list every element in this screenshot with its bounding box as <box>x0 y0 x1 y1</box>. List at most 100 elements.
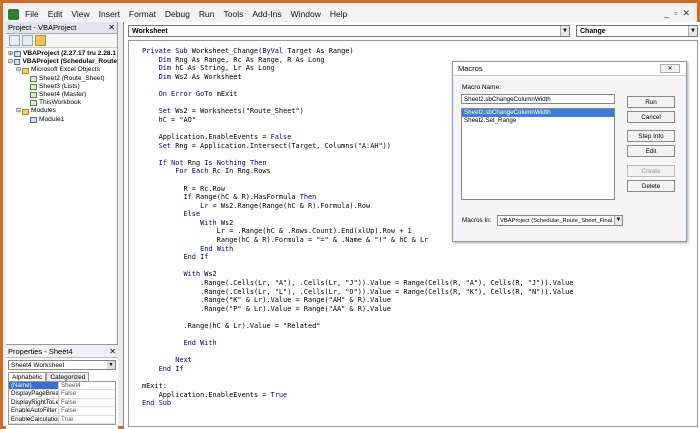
menu-view[interactable]: View <box>71 9 89 19</box>
macros-dialog: Macros ✕ Macro Name: Sheet2.sbChangeColu… <box>452 61 687 242</box>
tree-node-label: Modules <box>31 107 56 115</box>
property-row[interactable]: DisplayPageBreaksFalse <box>9 390 115 399</box>
minimize-icon[interactable]: _ <box>664 8 669 19</box>
close-icon[interactable]: ✕ <box>660 64 680 73</box>
code-line[interactable] <box>142 348 573 357</box>
close-icon[interactable]: ✕ <box>109 345 116 358</box>
macros-in-select[interactable]: VBAProject (Schedular_Route_Sheet_Final.… <box>497 215 623 226</box>
project-explorer-titlebar: Project - VBAProject ✕ <box>6 22 117 34</box>
menu-add-ins[interactable]: Add-Ins <box>252 9 281 19</box>
property-row[interactable]: EnableCalculation True <box>9 415 115 424</box>
procedure-select[interactable]: Change ▼ <box>576 25 698 37</box>
property-value[interactable]: False <box>59 390 76 397</box>
tree-node-label: Sheet3 (Lists) <box>39 82 80 90</box>
property-row[interactable]: DisplayRightToLeft False <box>9 398 115 408</box>
tree-node[interactable]: ⊟ VBAProject (Schedular_Route <box>8 58 117 66</box>
create-button[interactable]: Create <box>627 165 675 177</box>
module-icon <box>14 51 21 58</box>
tree-node[interactable]: Sheet2 (Route_Sheet) <box>8 75 117 83</box>
tree-node-label: ThisWorkbook <box>39 99 82 107</box>
chevron-down-icon[interactable]: ▼ <box>688 26 697 36</box>
run-button[interactable]: Run <box>627 96 675 108</box>
close-icon[interactable]: ✕ <box>682 8 690 19</box>
tree-node[interactable]: Sheet4 (Master) <box>8 91 117 99</box>
module-icon <box>30 116 37 123</box>
menu-run[interactable]: Run <box>199 9 215 19</box>
tab-alphabetic[interactable]: Alphabetic <box>8 372 47 381</box>
view-code-icon[interactable] <box>9 35 20 46</box>
restore-icon[interactable]: ▫ <box>674 8 677 19</box>
code-line[interactable]: .Range("K" & Lr).Value = Range("AH" & R)… <box>142 296 573 305</box>
cancel-button[interactable]: Cancel <box>627 111 675 123</box>
code-line[interactable]: .Range("P" & Lr).Value = Range("AA" & R)… <box>142 305 573 314</box>
code-line[interactable] <box>142 331 573 340</box>
code-line[interactable]: Private Sub Worksheet_Change(ByVal Targe… <box>142 47 573 56</box>
edit-button[interactable]: Edit <box>627 145 675 157</box>
tab-categorized[interactable]: Categorized <box>46 372 90 381</box>
macro-list-item[interactable]: Sheet2.Set_Range <box>462 117 614 125</box>
code-line[interactable]: End If <box>142 365 573 374</box>
code-line[interactable]: .Range(.Cells(Lr, "A"), .Cells(Lr, "J"))… <box>142 279 573 288</box>
menu-debug[interactable]: Debug <box>165 9 190 19</box>
window-controls: _ ▫ ✕ <box>664 8 690 19</box>
menu-window[interactable]: Window <box>291 9 321 19</box>
menu-file[interactable]: File <box>25 9 39 19</box>
project-explorer-title: Project - VBAProject <box>8 23 77 32</box>
tree-node[interactable]: Sheet3 (Lists) <box>8 83 117 91</box>
code-line[interactable]: End With <box>142 245 573 254</box>
project-toolbar <box>6 34 117 48</box>
tree-node[interactable]: ⊟ Modules <box>8 107 117 115</box>
macros-dialog-titlebar: Macros ✕ <box>453 62 686 76</box>
tree-node[interactable]: ⊟ Microsoft Excel Objects <box>8 66 117 74</box>
code-line[interactable]: With Ws2 <box>142 270 573 279</box>
property-value[interactable]: Sheet4 <box>59 382 81 389</box>
menu-tools[interactable]: Tools <box>223 9 243 19</box>
code-line[interactable] <box>142 313 573 322</box>
code-line[interactable]: End Sub <box>142 399 573 408</box>
view-object-icon[interactable] <box>22 35 33 46</box>
code-line[interactable]: Application.EnableEvents = True <box>142 391 573 400</box>
macro-name-label: Macro Name: <box>462 84 502 91</box>
properties-object-value: Sheet4 Worksheet <box>11 362 65 369</box>
menu-help[interactable]: Help <box>330 9 347 19</box>
property-name: EnableAutoFilter <box>9 407 59 415</box>
code-line[interactable]: .Range(hC & Lr).Value = "Related" <box>142 322 573 331</box>
code-line[interactable]: .Range(.Cells(Lr, "L"), .Cells(Lr, "O"))… <box>142 288 573 297</box>
code-line[interactable]: End If <box>142 253 573 262</box>
module-icon <box>13 59 21 66</box>
chevron-down-icon[interactable]: ▼ <box>107 361 115 369</box>
properties-title: Properties - Sheet4 <box>8 347 73 356</box>
macro-list-item[interactable]: Sheet2.sbChangeColumnWidth <box>462 109 614 117</box>
code-line[interactable]: End With <box>142 339 573 348</box>
macros-dialog-title: Macros <box>458 64 483 73</box>
menu-insert[interactable]: Insert <box>99 9 120 19</box>
code-line[interactable]: Next <box>142 356 573 365</box>
close-icon[interactable]: ✕ <box>108 22 115 34</box>
project-tree: ⊞ VBAProject (2.27.17 tru 2.28.1 ⊟ VBAProje… <box>6 48 117 124</box>
toggle-folders-icon[interactable] <box>35 35 46 46</box>
code-line[interactable]: mExit: <box>142 382 573 391</box>
code-line[interactable] <box>142 262 573 271</box>
property-row[interactable]: (Name) Sheet4 <box>9 382 115 391</box>
menu-edit[interactable]: Edit <box>48 9 63 19</box>
chevron-down-icon[interactable]: ▼ <box>560 26 569 36</box>
object-select[interactable]: Worksheet ▼ <box>128 25 570 37</box>
code-line[interactable] <box>142 374 573 383</box>
properties-object-select[interactable]: Sheet4 Worksheet ▼ <box>8 360 116 370</box>
excel-app-icon[interactable] <box>8 8 19 20</box>
menu-format[interactable]: Format <box>129 9 156 19</box>
macro-name-input[interactable]: Sheet2.sbChangeColumnWidth <box>461 94 615 104</box>
property-value[interactable]: False <box>59 399 76 406</box>
property-value[interactable]: False <box>59 407 76 414</box>
tree-node[interactable]: ThisWorkbook <box>8 99 117 107</box>
property-name: (Name) <box>9 382 59 390</box>
tree-node-label: Sheet4 (Master) <box>39 91 87 99</box>
delete-button[interactable]: Delete <box>627 180 675 192</box>
tree-node[interactable]: Module1 <box>8 116 117 124</box>
step-into-button[interactable]: Step Into <box>627 130 675 142</box>
property-row[interactable]: EnableAutoFilter False <box>9 407 115 416</box>
tree-node[interactable]: ⊞ VBAProject (2.27.17 tru 2.28.1 <box>8 50 117 58</box>
property-value[interactable]: True <box>59 416 74 423</box>
chevron-down-icon[interactable]: ▼ <box>614 216 622 225</box>
worksheet-icon <box>30 83 37 90</box>
